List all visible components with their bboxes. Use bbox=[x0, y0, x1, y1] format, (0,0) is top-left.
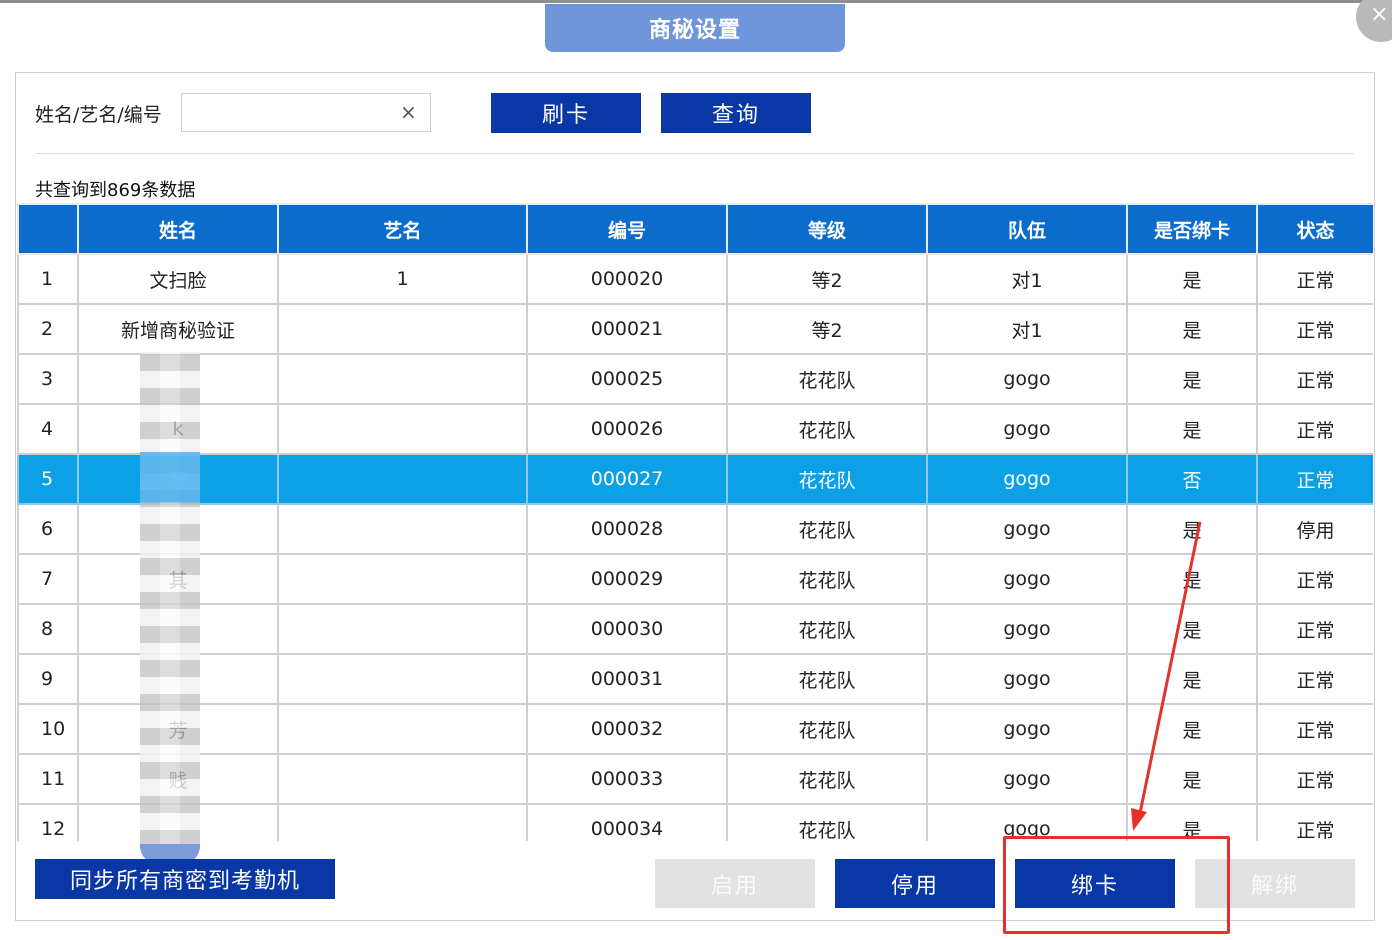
annotation-arrow bbox=[1131, 521, 1202, 831]
